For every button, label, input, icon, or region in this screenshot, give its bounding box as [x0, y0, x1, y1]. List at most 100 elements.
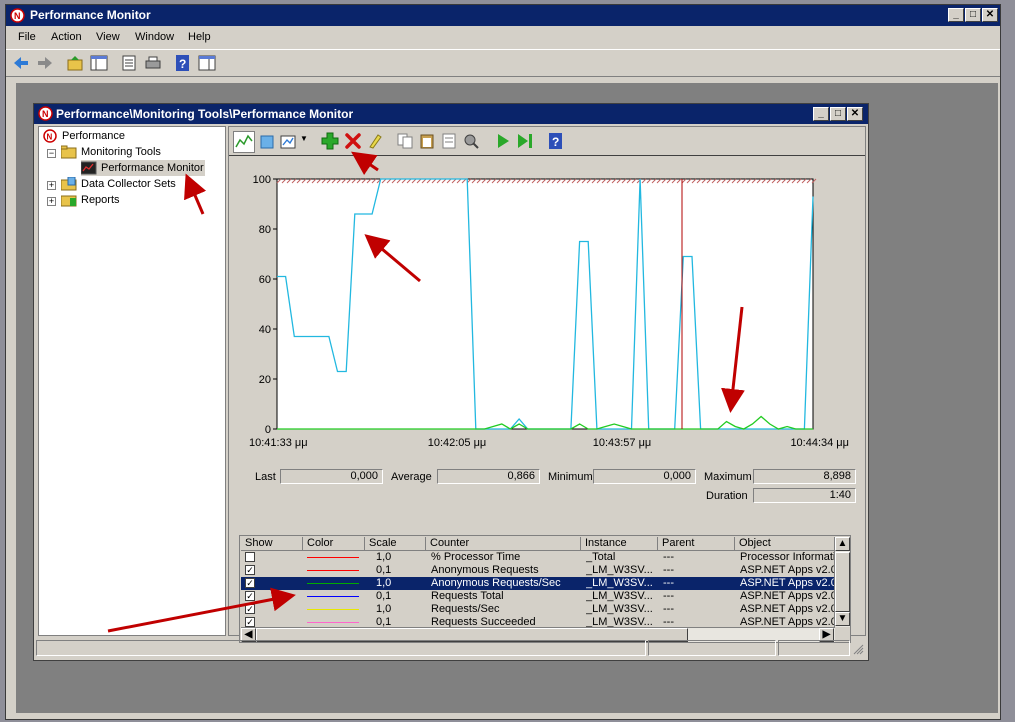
tree-label: Performance [62, 130, 125, 142]
status-cell-3 [778, 640, 850, 656]
x-tick-label: 10:44:34 μμ [790, 437, 849, 449]
paste-counter-list-icon[interactable] [418, 132, 436, 150]
back-arrow-icon[interactable] [12, 54, 30, 72]
zoom-icon[interactable] [462, 132, 480, 150]
legend-row[interactable]: ✓ 1,0 Requests/Sec _LM_W3SV... --- ASP.NET Ap… [241, 603, 836, 616]
expand-data-collector-sets-icon[interactable]: + [47, 181, 56, 190]
child-maximize-button[interactable]: □ [830, 107, 846, 121]
add-counter-icon[interactable] [321, 132, 339, 150]
scroll-down-button[interactable]: ▼ [835, 612, 850, 626]
legend-cell-counter: Requests Total [431, 590, 504, 602]
performance-line-chart[interactable]: 100 80 60 40 20 010:41:33 μμ 10:42:05 μμ 10:43:… [229, 157, 865, 453]
menu-action[interactable]: Action [51, 31, 82, 43]
scroll-up-button[interactable]: ▲ [835, 537, 850, 551]
average-label: Average [391, 471, 432, 483]
copy-properties-icon[interactable] [396, 132, 414, 150]
up-folder-icon[interactable] [66, 54, 84, 72]
counter-color-swatch [307, 583, 359, 584]
menu-help[interactable]: Help [188, 31, 211, 43]
duration-value: 1:40 [753, 488, 856, 503]
unfreeze-display-icon[interactable] [494, 132, 512, 150]
column-header-counter[interactable]: Counter [426, 537, 581, 551]
last-label: Last [255, 471, 276, 483]
close-button[interactable]: ✕ [982, 8, 998, 22]
tree-label: Data Collector Sets [81, 178, 176, 190]
help-icon[interactable]: ? [174, 54, 192, 72]
show-checkbox[interactable]: ✓ [245, 617, 255, 627]
legend-cell-counter: Requests/Sec [431, 603, 500, 615]
child-minimize-button[interactable]: _ [813, 107, 829, 121]
legend-cell-scale: 0,1 [376, 564, 392, 576]
show-hide-console-tree-icon[interactable] [90, 54, 108, 72]
counter-legend-list: Show Color Scale Counter Instance Parent… [239, 535, 851, 643]
window-title: Performance Monitor [30, 8, 151, 22]
status-cell-2 [648, 640, 776, 656]
delete-counter-icon[interactable] [344, 132, 362, 150]
column-header-object[interactable]: Object [735, 537, 835, 551]
legend-cell-instance: _Total [586, 551, 616, 563]
legend-row[interactable]: ✓ 0,1 Anonymous Requests _LM_W3SV... --- ASP.… [241, 564, 836, 577]
svg-text:?: ? [179, 57, 186, 71]
tree-item-performance-monitor[interactable]: Performance Monitor [81, 160, 205, 176]
show-checkbox[interactable] [245, 552, 255, 562]
legend-cell-instance: _LM_W3SV... [586, 603, 653, 615]
legend-cell-object: Processor Informati [740, 551, 836, 563]
svg-text:N: N [42, 109, 49, 119]
vertical-scroll-thumb[interactable] [835, 552, 850, 612]
show-checkbox[interactable]: ✓ [245, 578, 255, 588]
column-header-color[interactable]: Color [303, 537, 365, 551]
legend-vertical-scrollbar[interactable]: ▲ ▼ [834, 537, 850, 627]
menu-window[interactable]: Window [135, 31, 174, 43]
expand-reports-icon[interactable]: + [47, 197, 56, 206]
view-log-data-icon[interactable] [258, 133, 276, 151]
graph-toolbar: ▼ ? [229, 127, 865, 156]
help-icon[interactable]: ? [547, 132, 565, 150]
update-data-icon[interactable] [516, 132, 534, 150]
counter-color-swatch [307, 557, 359, 558]
x-tick-label: 10:41:33 μμ [249, 437, 308, 449]
print-icon[interactable] [144, 54, 162, 72]
show-checkbox[interactable]: ✓ [245, 565, 255, 575]
legend-row[interactable]: ✓ 1,0 Anonymous Requests/Sec _LM_W3SV... ---… [241, 577, 836, 590]
legend-row[interactable]: 1,0 % Processor Time _Total --- Processor In… [241, 551, 835, 564]
column-header-instance[interactable]: Instance [581, 537, 658, 551]
show-hide-action-pane-icon[interactable] [198, 54, 216, 72]
y-tick-label: 60 [259, 274, 271, 286]
view-current-activity-icon[interactable] [233, 131, 255, 153]
resize-grip-icon[interactable] [852, 643, 864, 655]
minimize-button[interactable]: _ [948, 8, 964, 22]
forward-arrow-icon[interactable] [36, 54, 54, 72]
show-checkbox[interactable]: ✓ [245, 591, 255, 601]
menu-file[interactable]: File [18, 31, 36, 43]
legend-cell-counter: % Processor Time [431, 551, 521, 563]
highlight-icon[interactable] [366, 132, 384, 150]
legend-cell-parent: --- [663, 551, 674, 563]
show-checkbox[interactable]: ✓ [245, 604, 255, 614]
collapse-monitoring-tools-icon[interactable]: − [47, 149, 56, 158]
average-value: 0,866 [437, 469, 540, 484]
tree-label: Reports [81, 194, 120, 206]
tree-label: Performance Monitor [101, 162, 204, 174]
svg-text:?: ? [552, 135, 559, 149]
legend-cell-counter: Anonymous Requests [431, 564, 539, 576]
legend-cell-instance: _LM_W3SV... [586, 564, 653, 576]
column-header-scale[interactable]: Scale [365, 537, 426, 551]
window-title-bar[interactable]: N Performance Monitor _ □ ✕ [6, 5, 1000, 26]
plot-area [276, 178, 814, 430]
maximize-button[interactable]: □ [965, 8, 981, 22]
minimum-value: 0,000 [593, 469, 696, 484]
column-header-parent[interactable]: Parent [658, 537, 735, 551]
column-header-show[interactable]: Show [241, 537, 303, 551]
change-graph-type-icon[interactable] [280, 133, 298, 151]
child-window-title-bar[interactable]: N Performance\Monitoring Tools\Performan… [34, 104, 868, 124]
x-tick-label: 10:43:57 μμ [593, 437, 652, 449]
graph-type-dropdown-icon[interactable]: ▼ [300, 134, 308, 143]
menu-view[interactable]: View [96, 31, 120, 43]
properties-icon[interactable] [120, 54, 138, 72]
legend-cell-object: ASP.NET Apps v2.0 [740, 590, 836, 602]
legend-row[interactable]: ✓ 0,1 Requests Total _LM_W3SV... --- ASP.NET … [241, 590, 836, 603]
legend-cell-object: ASP.NET Apps v2.0 [740, 564, 836, 576]
properties-icon[interactable] [440, 132, 458, 150]
x-tick-label: 10:42:05 μμ [428, 437, 487, 449]
child-close-button[interactable]: ✕ [847, 107, 863, 121]
